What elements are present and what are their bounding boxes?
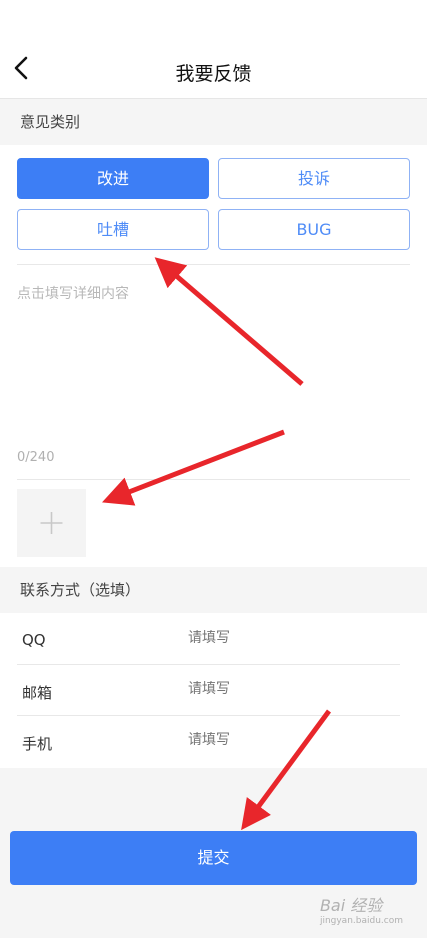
email-label: 邮箱 xyxy=(22,684,53,702)
category-option-bug[interactable]: BUG xyxy=(218,209,410,250)
divider xyxy=(17,264,410,265)
detail-textarea[interactable]: 点击填写详细内容 0/240 xyxy=(17,268,410,473)
phone-input[interactable] xyxy=(188,732,388,748)
watermark-text: Bai 经验 xyxy=(319,896,383,915)
phone-label: 手机 xyxy=(22,735,53,753)
watermark-sub: jingyan.baidu.com xyxy=(319,916,403,926)
category-option-improve[interactable]: 改进 xyxy=(17,158,209,199)
divider xyxy=(17,715,400,716)
qq-input[interactable] xyxy=(188,630,388,646)
submit-button[interactable]: 提交 xyxy=(10,831,417,885)
nav-bar: 我要反馈 xyxy=(0,40,427,99)
divider xyxy=(17,479,410,480)
page-title: 我要反馈 xyxy=(175,63,252,85)
category-option-complaint[interactable]: 投诉 xyxy=(218,158,410,199)
image-upload-button[interactable] xyxy=(17,489,86,557)
watermark: Bai 经验 jingyan.baidu.com xyxy=(320,892,403,926)
email-input[interactable] xyxy=(188,681,388,697)
divider xyxy=(17,664,400,665)
category-option-rant[interactable]: 吐槽 xyxy=(17,209,209,250)
contact-section-label: 联系方式（选填） xyxy=(0,567,427,613)
qq-label: QQ xyxy=(22,631,46,649)
detail-placeholder: 点击填写详细内容 xyxy=(17,286,129,302)
plus-icon xyxy=(40,512,63,534)
chevron-left-icon xyxy=(14,56,28,80)
back-button[interactable] xyxy=(10,54,34,82)
char-counter: 0/240 xyxy=(17,450,55,465)
category-section-label: 意见类别 xyxy=(0,99,427,145)
